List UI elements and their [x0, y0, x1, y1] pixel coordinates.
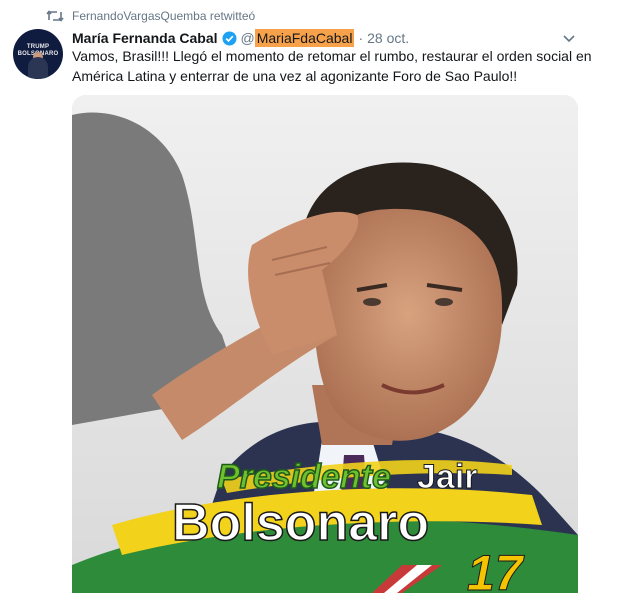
author-name[interactable]: María Fernanda Cabal — [72, 30, 218, 46]
tweet-media-image[interactable]: Presidente Jair Bolsonaro 17 — [72, 95, 578, 593]
avatar-figure-shape — [28, 57, 48, 79]
separator-dot: · — [358, 30, 364, 46]
banner-text-presidente: Presidente — [217, 458, 391, 496]
avatar[interactable]: TRUMP BOLSONARO — [13, 29, 63, 79]
retweet-icon — [46, 9, 64, 23]
tweet-text: Vamos, Brasil!!! Llegó el momento de ret… — [72, 48, 592, 84]
banner-number: 17 — [467, 545, 525, 593]
handle-name: MariaFdaCabal — [254, 29, 355, 47]
retweet-context[interactable]: FernandoVargasQuemba retwitteó — [46, 7, 255, 25]
verified-badge-icon — [222, 31, 237, 46]
tweet-header: María Fernanda Cabal @ MariaFdaCabal · 28… — [72, 28, 409, 48]
tweet-date[interactable]: 28 oct. — [367, 30, 409, 46]
handle-at-sign: @ — [240, 30, 255, 46]
author-handle[interactable]: @ MariaFdaCabal — [240, 29, 355, 47]
chevron-down-icon[interactable] — [562, 31, 576, 43]
banner-text-bolsonaro: Bolsonaro — [172, 494, 429, 552]
banner-text-jair: Jair — [417, 458, 478, 496]
retweet-text: FernandoVargasQuemba retwitteó — [72, 9, 256, 23]
